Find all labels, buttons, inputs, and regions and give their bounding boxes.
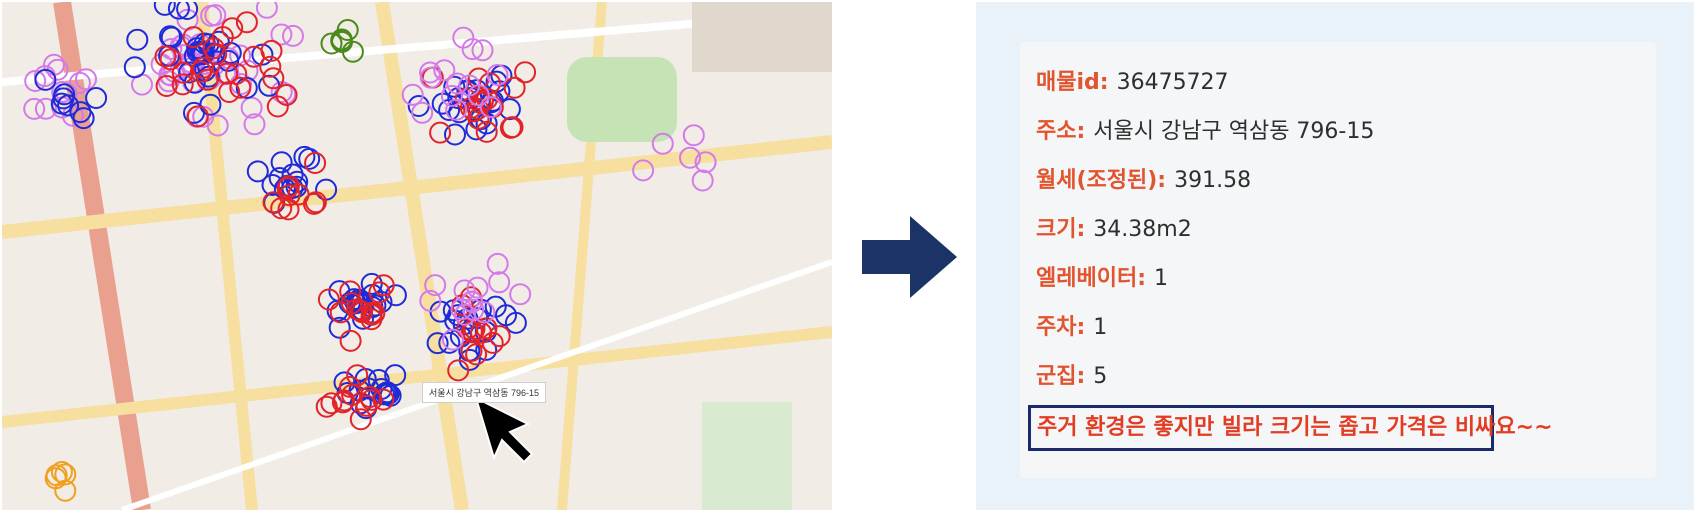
field-address: 주소: 서울시 강남구 역삼동 796-15 xyxy=(1036,113,1374,145)
map-canvas[interactable] xyxy=(2,2,832,510)
field-label: 크기: xyxy=(1036,217,1086,242)
field-listing-id: 매물id: 36475727 xyxy=(1036,64,1229,96)
arrow-right-icon xyxy=(862,216,957,298)
field-value: 1 xyxy=(1093,315,1108,340)
detail-panel: 매물id: 36475727 주소: 서울시 강남구 역삼동 796-15 월세(조… xyxy=(976,2,1694,510)
field-value: 36475727 xyxy=(1116,70,1229,95)
review-note: 주거 환경은 좋지만 빌라 크기는 좁고 가격은 비싸요~~ xyxy=(1028,405,1553,451)
field-parking: 주차: 1 xyxy=(1036,309,1107,341)
field-label: 엘레베이터: xyxy=(1036,266,1146,291)
field-label: 월세(조정된): xyxy=(1036,168,1167,193)
field-value: 서울시 강남구 역삼동 796-15 xyxy=(1093,119,1375,144)
map-tooltip: 서울시 강남구 역삼동 796-15 xyxy=(422,382,547,403)
listing-card: 매물id: 36475727 주소: 서울시 강남구 역삼동 796-15 월세(조… xyxy=(1020,42,1656,478)
field-elevator: 엘레베이터: 1 xyxy=(1036,260,1168,292)
field-label: 매물id: xyxy=(1036,70,1109,95)
field-value: 391.58 xyxy=(1174,168,1252,193)
field-cluster: 군집: 5 xyxy=(1036,358,1107,390)
field-label: 군집: xyxy=(1036,364,1086,389)
map-view[interactable]: 서울시 강남구 역삼동 796-15 xyxy=(2,2,832,510)
field-value: 34.38m2 xyxy=(1093,217,1192,242)
field-label: 주차: xyxy=(1036,315,1086,340)
field-rent: 월세(조정된): 391.58 xyxy=(1036,162,1251,194)
field-size: 크기: 34.38m2 xyxy=(1036,211,1192,243)
field-value: 1 xyxy=(1154,266,1168,291)
field-label: 주소: xyxy=(1036,119,1086,144)
field-value: 5 xyxy=(1093,364,1108,389)
